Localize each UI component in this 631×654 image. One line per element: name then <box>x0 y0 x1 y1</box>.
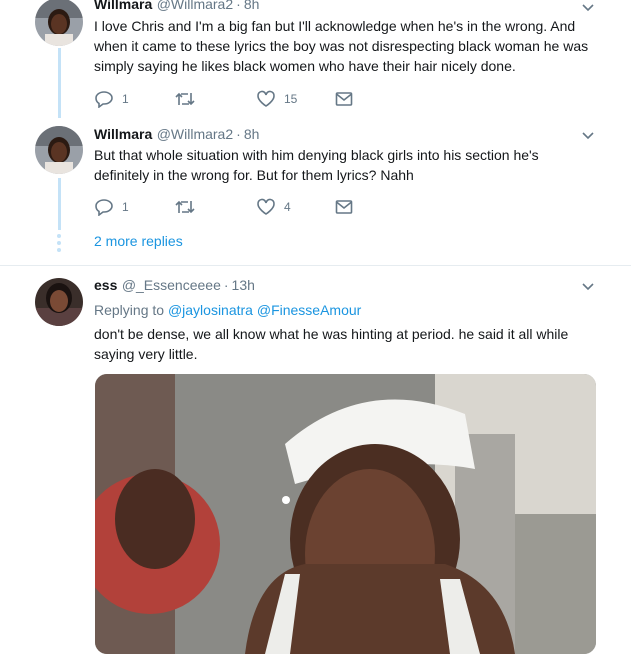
reply-count: 1 <box>122 92 129 106</box>
thread-line <box>58 178 61 230</box>
like-button[interactable]: 15 <box>256 88 297 110</box>
avatar[interactable] <box>35 0 83 46</box>
chevron-down-icon[interactable] <box>580 279 596 295</box>
thread-dots <box>57 234 61 255</box>
tweet-header: Willmara @Willmara2 · 8h <box>94 126 259 144</box>
chevron-down-icon[interactable] <box>580 0 596 16</box>
dm-button[interactable] <box>335 196 353 218</box>
reply-icon <box>95 199 113 216</box>
retweet-button[interactable] <box>174 196 196 218</box>
mention-link[interactable]: @jaylosinatra <box>168 302 253 318</box>
dm-button[interactable] <box>335 88 353 110</box>
show-more-replies-link[interactable]: 2 more replies <box>94 233 183 249</box>
separator-dot: · <box>223 277 229 293</box>
retweet-button[interactable] <box>174 88 196 110</box>
tweet-actions: 1 15 <box>94 88 394 110</box>
heart-icon <box>257 198 275 215</box>
display-name[interactable]: Willmara <box>94 126 152 142</box>
heart-icon <box>257 90 275 107</box>
user-handle[interactable]: @_Essenceeee <box>122 277 221 293</box>
mention-link[interactable]: @FinesseAmour <box>257 302 361 318</box>
separator-dot: · <box>236 126 241 142</box>
retweet-icon <box>175 200 195 214</box>
avatar[interactable] <box>35 278 83 326</box>
like-button[interactable]: 4 <box>256 196 291 218</box>
display-name[interactable]: ess <box>94 277 117 293</box>
tweet-actions: 1 4 <box>94 196 394 218</box>
timestamp[interactable]: 8h <box>244 0 260 12</box>
like-count: 4 <box>284 200 291 214</box>
reply-button[interactable]: 1 <box>94 88 129 110</box>
user-handle[interactable]: @Willmara2 <box>157 0 233 12</box>
thread-line <box>58 48 61 118</box>
tweet-header: ess @_Essenceeee · 13h <box>94 277 255 295</box>
timestamp[interactable]: 13h <box>232 277 255 293</box>
avatar[interactable] <box>35 126 83 174</box>
reply-button[interactable]: 1 <box>94 196 129 218</box>
replying-label: Replying to <box>94 302 165 318</box>
divider <box>0 265 631 266</box>
tweet-text: But that whole situation with him denyin… <box>94 147 539 183</box>
tweet-text: I love Chris and I'm a big fan but I'll … <box>94 18 589 74</box>
tweet-text: don't be dense, we all know what he was … <box>94 326 569 362</box>
envelope-icon <box>335 200 353 214</box>
retweet-icon <box>175 92 195 106</box>
replying-to: Replying to @jaylosinatra @FinesseAmour <box>94 300 594 320</box>
separator-dot: · <box>236 0 241 12</box>
gif-image <box>95 374 596 654</box>
like-count: 15 <box>284 92 298 106</box>
reply-icon <box>95 91 113 108</box>
reply-count: 1 <box>122 200 129 214</box>
chevron-down-icon[interactable] <box>580 128 596 144</box>
timestamp[interactable]: 8h <box>244 126 260 142</box>
tweet-media[interactable] <box>95 374 596 654</box>
display-name[interactable]: Willmara <box>94 0 152 12</box>
envelope-icon <box>335 92 353 106</box>
tweet-header: Willmara @Willmara2 · 8h <box>94 0 259 14</box>
user-handle[interactable]: @Willmara2 <box>157 126 233 142</box>
